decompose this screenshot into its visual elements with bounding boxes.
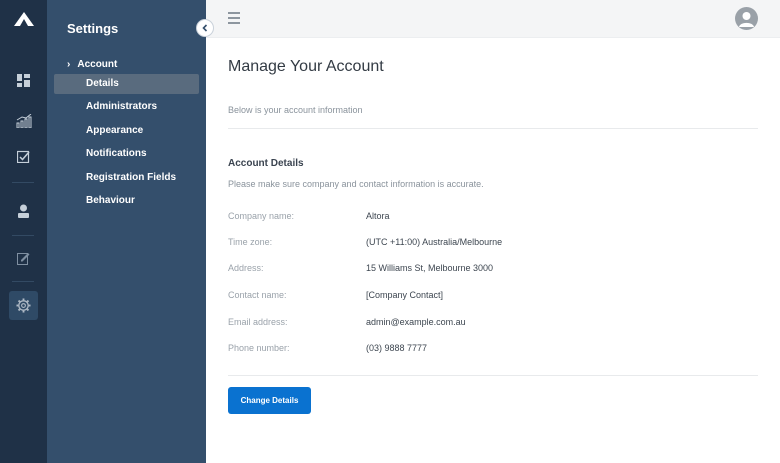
field-label: Time zone: [228, 237, 273, 247]
top-bar [206, 0, 780, 38]
sidebar-section-label: Account [77, 59, 118, 70]
divider [228, 128, 758, 129]
sidebar-item-behaviour[interactable]: Behaviour [54, 191, 199, 211]
sidebar-item-notifications[interactable]: Notifications [54, 144, 199, 164]
field-row-contact-name: Contact name: [Company Contact] [228, 290, 758, 304]
field-value: [Company Contact] [366, 290, 444, 300]
field-value: (UTC +11:00) Australia/Melbourne [366, 237, 503, 247]
sidebar-title: Settings [67, 21, 119, 36]
rail-divider [12, 182, 34, 183]
change-details-button[interactable]: Change Details [228, 387, 311, 414]
sidebar-section-account[interactable]: › Account [67, 59, 117, 70]
sidebar-item-administrators[interactable]: Administrators [54, 97, 199, 117]
icon-rail [0, 0, 47, 463]
field-label: Phone number: [228, 343, 290, 353]
chevron-left-icon [202, 24, 208, 32]
sidebar-item-registration-fields[interactable]: Registration Fields [54, 168, 199, 188]
field-row-company-name: Company name: Altora [228, 211, 758, 225]
field-label: Contact name: [228, 290, 287, 300]
collapse-sidebar-button[interactable] [196, 19, 214, 37]
menu-icon[interactable] [228, 12, 240, 24]
chart-icon[interactable] [9, 106, 38, 135]
settings-sidebar: Settings › Account Details Administrator… [47, 0, 206, 463]
page-subtitle: Below is your account information [228, 105, 363, 115]
field-row-phone-number: Phone number: (03) 9888 7777 [228, 343, 758, 357]
field-label: Email address: [228, 317, 288, 327]
field-label: Company name: [228, 211, 295, 221]
logo-icon[interactable] [13, 11, 35, 27]
rail-divider [12, 235, 34, 236]
checkbox-icon[interactable] [9, 142, 38, 171]
field-row-email-address: Email address: admin@example.com.au [228, 317, 758, 331]
field-row-address: Address: 15 Williams St, Melbourne 3000 [228, 263, 758, 277]
edit-icon[interactable] [9, 244, 38, 273]
sidebar-item-appearance[interactable]: Appearance [54, 121, 199, 141]
dashboard-icon[interactable] [9, 66, 38, 95]
divider [228, 375, 758, 376]
field-value: admin@example.com.au [366, 317, 466, 327]
chevron-right-icon: › [67, 59, 71, 70]
field-label: Address: [228, 263, 264, 273]
field-row-time-zone: Time zone: (UTC +11:00) Australia/Melbou… [228, 237, 758, 251]
user-icon[interactable] [9, 196, 38, 225]
gear-icon[interactable] [9, 291, 38, 320]
sidebar-item-details[interactable]: Details [54, 74, 199, 94]
section-note: Please make sure company and contact inf… [228, 179, 484, 189]
section-title: Account Details [228, 158, 304, 169]
page-title: Manage Your Account [228, 58, 384, 75]
field-value: 15 Williams St, Melbourne 3000 [366, 263, 494, 273]
field-value: Altora [366, 211, 390, 221]
user-avatar-icon [739, 12, 754, 27]
avatar[interactable] [735, 7, 758, 30]
field-value: (03) 9888 7777 [366, 343, 428, 353]
rail-divider [12, 281, 34, 282]
